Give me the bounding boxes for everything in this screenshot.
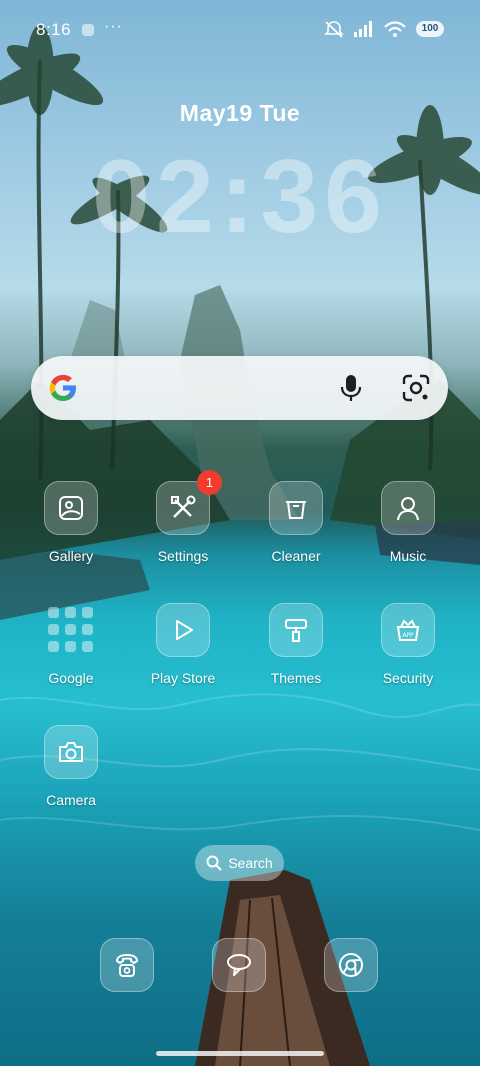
more-notifications-icon: ··· bbox=[104, 18, 123, 35]
status-bar: 8:16 ··· 100 bbox=[0, 0, 480, 60]
music-icon bbox=[381, 481, 435, 535]
app-gallery[interactable]: Gallery bbox=[16, 481, 126, 564]
trash-icon bbox=[269, 481, 323, 535]
app-label: Settings bbox=[157, 548, 209, 564]
paint-roller-icon bbox=[269, 603, 323, 657]
app-label: Camera bbox=[46, 792, 96, 808]
app-themes[interactable]: Themes bbox=[241, 603, 351, 686]
app-camera[interactable]: Camera bbox=[16, 725, 126, 808]
silent-bell-icon bbox=[324, 21, 344, 38]
signal-icon bbox=[354, 21, 372, 37]
home-search-label: Search bbox=[228, 855, 273, 871]
status-time: 8:16 bbox=[36, 20, 72, 39]
dock-messages[interactable] bbox=[212, 938, 266, 992]
svg-text:APP: APP bbox=[402, 632, 414, 639]
app-label: Google bbox=[48, 670, 94, 686]
security-icon: APP bbox=[381, 603, 435, 657]
app-google-folder[interactable]: Google bbox=[16, 603, 126, 686]
wifi-icon bbox=[384, 21, 406, 37]
home-indicator[interactable] bbox=[156, 1051, 324, 1056]
notification-badge: 1 bbox=[197, 470, 222, 495]
app-label: Security bbox=[382, 670, 434, 686]
app-label: Music bbox=[389, 548, 427, 564]
google-search-bar[interactable] bbox=[31, 356, 448, 420]
google-folder-icon bbox=[44, 603, 98, 657]
app-label: Play Store bbox=[150, 670, 216, 686]
search-icon bbox=[206, 855, 223, 871]
lock-date: May19 Tue bbox=[179, 100, 301, 126]
app-music[interactable]: Music bbox=[353, 481, 463, 564]
mic-icon[interactable] bbox=[337, 373, 365, 403]
chrome-icon bbox=[324, 938, 378, 992]
home-search-button[interactable]: Search bbox=[195, 845, 284, 881]
app-label: Cleaner bbox=[271, 548, 321, 564]
messages-icon bbox=[212, 938, 266, 992]
app-label: Themes bbox=[270, 670, 322, 686]
notification-icon bbox=[82, 24, 94, 36]
clock-widget[interactable]: 02:36 bbox=[0, 138, 480, 257]
phone-icon bbox=[100, 938, 154, 992]
app-label: Gallery bbox=[48, 548, 94, 564]
app-security[interactable]: APP Security bbox=[353, 603, 463, 686]
dock-chrome[interactable] bbox=[324, 938, 378, 992]
google-logo-icon bbox=[49, 374, 76, 401]
camera-icon bbox=[44, 725, 98, 779]
app-settings[interactable]: 1 Settings bbox=[128, 470, 238, 564]
settings-icon: 1 bbox=[156, 470, 222, 535]
play-store-icon bbox=[156, 603, 210, 657]
lens-icon[interactable] bbox=[401, 373, 431, 403]
dock-phone[interactable] bbox=[100, 938, 154, 992]
battery-indicator: 100 bbox=[416, 21, 444, 37]
status-indicators: 100 bbox=[324, 20, 444, 38]
gallery-icon bbox=[44, 481, 98, 535]
app-cleaner[interactable]: Cleaner bbox=[241, 481, 351, 564]
app-play-store[interactable]: Play Store bbox=[128, 603, 238, 686]
